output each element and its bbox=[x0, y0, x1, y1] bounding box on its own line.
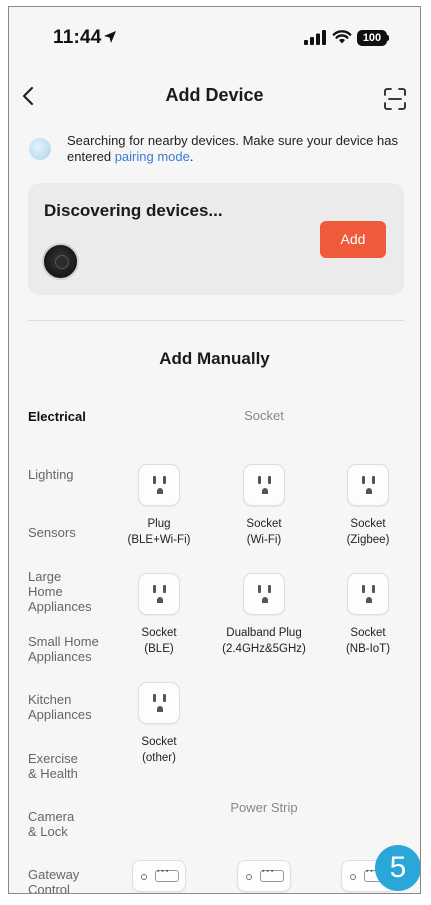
discovering-title: Discovering devices... bbox=[44, 201, 223, 220]
robot-vacuum-icon bbox=[42, 243, 79, 280]
device-label: Plug (BLE+Wi-Fi) bbox=[127, 518, 191, 546]
device-label: Socket (Wi-Fi) bbox=[246, 518, 282, 546]
battery-tip bbox=[387, 35, 389, 41]
search-hint-text: Searching for nearby devices. Make sure … bbox=[67, 133, 407, 165]
device-tile[interactable]: Socket (other) bbox=[109, 682, 209, 766]
socket-icon bbox=[347, 573, 389, 615]
status-time: 11:44 bbox=[53, 27, 102, 48]
category-small-home-appliances[interactable]: Small Home Appliances bbox=[28, 634, 118, 664]
discovering-card: Discovering devices... Add bbox=[28, 183, 404, 295]
power-strip-icon[interactable] bbox=[132, 860, 186, 892]
category-sensors[interactable]: Sensors bbox=[28, 525, 118, 540]
category-camera-lock[interactable]: Camera & Lock bbox=[28, 809, 78, 839]
wifi-icon bbox=[332, 30, 352, 44]
step-number-badge: 5 bbox=[375, 845, 420, 891]
socket-group-header: Socket bbox=[244, 408, 284, 423]
pairing-mode-link[interactable]: pairing mode bbox=[115, 149, 190, 164]
page-title: Add Device bbox=[165, 85, 264, 105]
socket-icon bbox=[138, 464, 180, 506]
nav-bar: Add Device bbox=[9, 73, 420, 117]
battery-indicator: 100 bbox=[357, 30, 387, 46]
searching-spinner-icon bbox=[29, 138, 51, 160]
category-electrical[interactable]: Electrical bbox=[28, 409, 118, 424]
category-gateway-control[interactable]: Gateway Control bbox=[28, 867, 88, 893]
category-exercise-health[interactable]: Exercise & Health bbox=[28, 751, 88, 781]
phone-screen: 11:44 100 Add Device Searching for nearb… bbox=[8, 6, 421, 894]
scan-icon[interactable] bbox=[383, 87, 407, 111]
add-manually-title: Add Manually bbox=[159, 349, 270, 368]
location-arrow-icon bbox=[104, 31, 116, 43]
category-lighting[interactable]: Lighting bbox=[28, 467, 118, 482]
socket-icon bbox=[243, 464, 285, 506]
device-tile[interactable]: Socket (NB-IoT) bbox=[318, 573, 418, 657]
device-label: Socket (other) bbox=[141, 736, 177, 764]
device-tile[interactable]: Socket (BLE) bbox=[109, 573, 209, 657]
category-kitchen-appliances[interactable]: Kitchen Appliances bbox=[28, 692, 98, 722]
device-label: Dualband Plug (2.4GHz&5GHz) bbox=[222, 627, 306, 655]
power-strip-group-header: Power Strip bbox=[230, 800, 298, 815]
device-tile[interactable]: Plug (BLE+Wi-Fi) bbox=[109, 464, 209, 548]
device-tile[interactable]: Socket (Wi-Fi) bbox=[214, 464, 314, 548]
status-bar: 11:44 100 bbox=[9, 7, 420, 67]
device-label: Socket (Zigbee) bbox=[346, 518, 390, 546]
search-banner: Searching for nearby devices. Make sure … bbox=[27, 131, 407, 171]
socket-icon bbox=[138, 682, 180, 724]
socket-icon bbox=[347, 464, 389, 506]
cellular-signal-icon bbox=[304, 30, 326, 45]
socket-icon bbox=[243, 573, 285, 615]
device-tile[interactable]: Dualband Plug (2.4GHz&5GHz) bbox=[214, 573, 314, 657]
category-large-home-appliances[interactable]: Large Home Appliances bbox=[28, 569, 98, 614]
power-strip-icon[interactable] bbox=[237, 860, 291, 892]
device-label: Socket (NB-IoT) bbox=[345, 627, 391, 655]
add-button[interactable]: Add bbox=[320, 221, 386, 258]
search-hint-suffix: . bbox=[189, 149, 194, 164]
device-label: Socket (BLE) bbox=[141, 627, 177, 655]
socket-icon bbox=[138, 573, 180, 615]
device-tile[interactable]: Socket (Zigbee) bbox=[318, 464, 418, 548]
section-divider bbox=[28, 320, 404, 321]
